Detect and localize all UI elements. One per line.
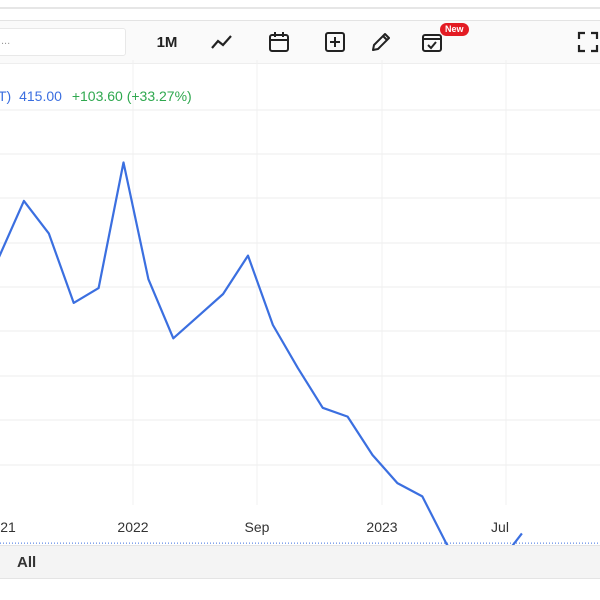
x-tick-label: 2022: [117, 519, 148, 535]
x-tick-label: Sep: [245, 519, 270, 535]
top-divider: [0, 7, 600, 9]
new-badge: New: [440, 23, 469, 36]
price-legend: T) 415.00 +103.60 (+33.27%): [0, 88, 192, 104]
calendar-check-icon[interactable]: [420, 30, 444, 54]
fullscreen-icon[interactable]: [576, 30, 600, 54]
calendar-icon[interactable]: [267, 30, 291, 54]
symbol-search-input[interactable]: ...: [0, 28, 126, 56]
range-bar: All: [0, 545, 600, 579]
x-tick-label: 2023: [366, 519, 397, 535]
pencil-icon[interactable]: [369, 30, 393, 54]
price-value: 415.00: [19, 88, 62, 104]
chart-toolbar: ... 1M: [0, 20, 600, 64]
x-tick-label: Jul: [491, 519, 509, 535]
symbol-label: T): [0, 88, 12, 104]
x-tick-label: 21: [0, 519, 16, 535]
price-chart[interactable]: 21 2022 Sep 2023 Jul: [0, 60, 600, 545]
range-all-tab[interactable]: All: [17, 554, 36, 571]
add-indicator-icon[interactable]: [323, 30, 347, 54]
price-line: [0, 161, 523, 545]
price-change: +103.60 (+33.27%): [71, 88, 192, 104]
range-1m-button[interactable]: 1M: [152, 27, 182, 57]
line-chart-icon[interactable]: [210, 30, 234, 54]
